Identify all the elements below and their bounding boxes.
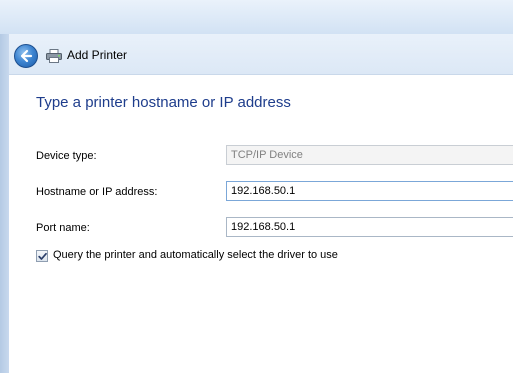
checkmark-icon (38, 252, 47, 260)
query-driver-label[interactable]: Query the printer and automatically sele… (53, 249, 338, 261)
window-left-edge (0, 34, 9, 373)
page-heading: Type a printer hostname or IP address (36, 94, 291, 111)
window-title: Add Printer (67, 48, 128, 62)
back-button[interactable] (14, 44, 38, 68)
device-type-field: TCP/IP Device (226, 145, 513, 165)
port-name-input[interactable]: 192.168.50.1 (226, 217, 513, 237)
query-driver-checkbox[interactable] (36, 250, 48, 262)
window-glass-top (0, 0, 513, 34)
back-arrow-icon (20, 49, 33, 63)
hostname-label: Hostname or IP address: (36, 186, 158, 198)
hostname-input[interactable]: 192.168.50.1 (226, 181, 513, 201)
printer-icon (46, 49, 62, 63)
device-type-label: Device type: (36, 150, 97, 162)
port-name-label: Port name: (36, 222, 90, 234)
